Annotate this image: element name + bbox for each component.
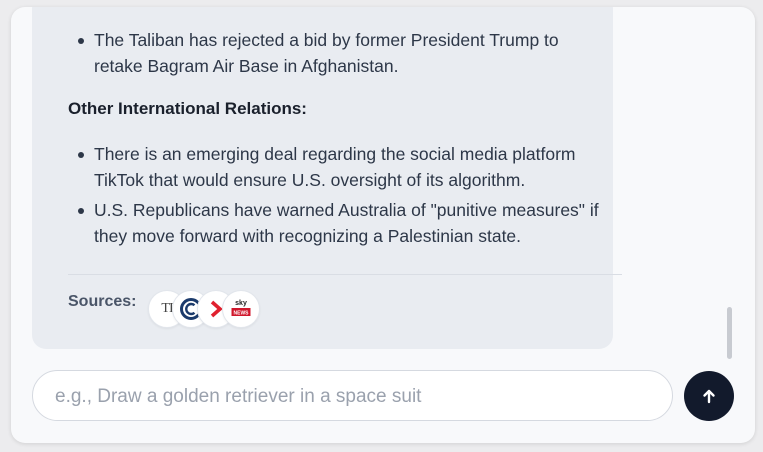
sky-news-logo-icon: sky NEWS — [231, 300, 251, 316]
send-button[interactable] — [684, 371, 734, 421]
prompt-input-container[interactable] — [32, 370, 673, 422]
list-item: U.S. Republicans have warned Australia o… — [32, 197, 613, 249]
list-item: The Taliban has rejected a bid by former… — [32, 27, 613, 79]
divider — [68, 274, 622, 275]
svg-text:NEWS: NEWS — [234, 310, 250, 316]
chat-panel: The Taliban has rejected a bid by former… — [11, 7, 755, 443]
arrow-up-icon — [703, 389, 715, 404]
prompt-input[interactable] — [53, 371, 657, 422]
source-sky-news-icon[interactable]: sky NEWS — [222, 290, 260, 328]
scrollbar-thumb[interactable] — [727, 307, 732, 359]
other-relations-list: There is an emerging deal regarding the … — [32, 141, 613, 253]
message-scroll-area[interactable]: The Taliban has rejected a bid by former… — [11, 7, 755, 359]
assistant-message: The Taliban has rejected a bid by former… — [32, 7, 622, 349]
svg-text:sky: sky — [235, 300, 247, 307]
section-heading: Other International Relations: — [68, 99, 307, 118]
list-item: There is an emerging deal regarding the … — [32, 141, 613, 193]
sources-label: Sources: — [68, 293, 137, 310]
relations-list: The Taliban has rejected a bid by former… — [32, 27, 613, 83]
